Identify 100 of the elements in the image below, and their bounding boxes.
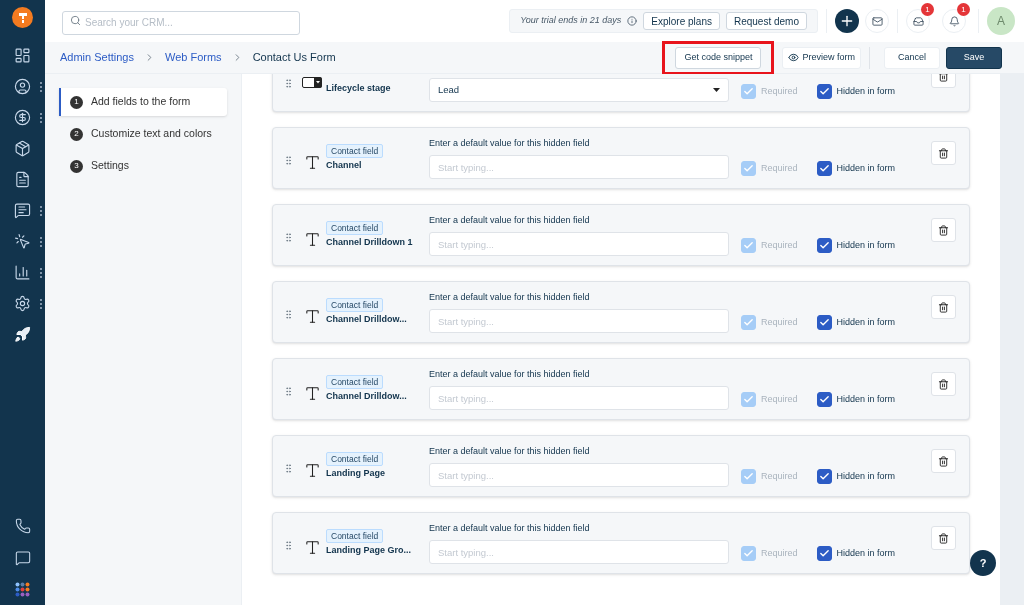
checkbox-label: Required (761, 392, 798, 406)
cancel-button[interactable]: Cancel (884, 46, 940, 69)
search-field[interactable]: Search your CRM... (62, 10, 300, 35)
checkmark-icon (818, 163, 830, 174)
rocket-icon[interactable] (14, 326, 31, 343)
field-prompt: Enter a default value for this hidden field (429, 137, 590, 151)
drag-handle-icon[interactable] (283, 386, 294, 397)
checkbox-label: Hidden in form (836, 315, 896, 329)
checkbox[interactable] (816, 392, 832, 407)
checkbox[interactable] (816, 84, 832, 99)
trial-button[interactable]: Request demo (725, 12, 807, 30)
default-value-field[interactable]: Start typing... (429, 386, 729, 410)
checkbox-label: Hidden in form (836, 238, 896, 252)
drag-handle-icon[interactable] (283, 309, 294, 320)
drag-handle-icon[interactable] (283, 78, 294, 89)
nav-icon[interactable] (14, 264, 31, 281)
nav-icon[interactable] (14, 295, 31, 312)
field-name: Landing Page Gro... (326, 544, 412, 557)
nav-icon[interactable] (14, 233, 31, 250)
delete-button[interactable] (931, 218, 956, 242)
field-tag: Contact field (326, 375, 384, 389)
save-button[interactable]: Save (946, 46, 1002, 69)
field-tag: Contact field (326, 529, 384, 543)
phone-icon[interactable] (14, 518, 31, 534)
text-field-icon (303, 385, 321, 402)
checkmark-icon (818, 240, 830, 251)
nav-icon[interactable] (14, 171, 31, 188)
checkbox-label: Hidden in form (836, 392, 896, 406)
field-tag: Contact field (326, 144, 384, 158)
checkmark-icon (818, 471, 830, 482)
default-value-field[interactable]: Start typing... (429, 155, 729, 179)
checkbox-label: Hidden in form (836, 469, 896, 483)
text-field-icon (303, 154, 321, 171)
checkbox-label: Required (761, 546, 798, 560)
field-name: Lifecycle stage (326, 82, 392, 95)
nav-icon[interactable] (14, 78, 31, 95)
nav-icon[interactable] (14, 140, 31, 157)
nav-icon[interactable] (14, 202, 31, 219)
nav-icon[interactable] (14, 47, 31, 64)
field-name: Channel Drilldow... (326, 390, 408, 403)
breadcrumb-link[interactable]: Web Forms (165, 49, 222, 66)
app-logo-icon[interactable] (12, 7, 33, 28)
trash-icon (938, 532, 949, 544)
step-item[interactable]: 3 Settings (59, 152, 227, 180)
checkbox[interactable] (816, 161, 832, 176)
field-name: Landing Page (326, 467, 386, 480)
step-label: Settings (91, 158, 129, 174)
checkbox[interactable] (816, 546, 832, 561)
trash-icon (938, 378, 949, 390)
text-field-icon (303, 462, 321, 479)
drag-handle-icon[interactable] (283, 463, 294, 474)
delete-button[interactable] (931, 526, 956, 550)
code-snippet-button[interactable]: Get code snippet (675, 46, 762, 69)
trial-button[interactable]: Explore plans (643, 12, 720, 30)
checkbox[interactable] (816, 469, 832, 484)
step-item[interactable]: 1 Add fields to the form (59, 88, 227, 116)
trial-text: Your trial ends in 21 days (520, 14, 622, 28)
checkmark-icon (818, 317, 830, 328)
delete-button[interactable] (931, 141, 956, 165)
apps-grid-icon[interactable] (15, 582, 30, 597)
plus-icon (839, 13, 855, 29)
default-value-field[interactable]: Start typing... (429, 463, 729, 487)
trash-icon (938, 74, 949, 82)
step-item[interactable]: 2 Customize text and colors (59, 120, 227, 148)
select-field[interactable]: Lead (429, 78, 729, 102)
count-badge: 1 (957, 3, 970, 16)
checkbox-label: Required (761, 161, 798, 175)
default-value-field[interactable]: Start typing... (429, 309, 729, 333)
nav-icon[interactable] (14, 109, 31, 126)
checkbox[interactable] (816, 315, 832, 330)
drag-handle-icon[interactable] (283, 232, 294, 243)
help-button[interactable]: ? (970, 550, 996, 576)
trash-icon (938, 224, 949, 236)
checkmark-icon (743, 471, 754, 482)
default-value-field[interactable]: Start typing... (429, 540, 729, 564)
breadcrumb-link[interactable]: Admin Settings (60, 49, 134, 66)
delete-button[interactable] (931, 295, 956, 319)
checkbox-label: Hidden in form (836, 161, 896, 175)
checkbox[interactable] (816, 238, 832, 253)
step-number: 3 (70, 159, 83, 173)
info-icon[interactable] (627, 16, 638, 26)
field-prompt: Enter a default value for this hidden field (429, 522, 590, 536)
trash-icon (938, 301, 949, 313)
drag-handle-icon[interactable] (283, 155, 294, 166)
eye-icon (788, 52, 800, 63)
delete-button[interactable] (931, 449, 956, 473)
drag-handle-icon[interactable] (283, 540, 294, 551)
search-icon (70, 15, 81, 26)
field-prompt: Enter a default value for this hidden field (429, 368, 590, 382)
preview-button[interactable]: Preview form (782, 46, 861, 69)
field-name: Channel Drilldown 1 (326, 236, 414, 249)
checkmark-icon (743, 240, 754, 251)
caret-icon (713, 88, 720, 92)
add-button[interactable] (835, 9, 859, 33)
mail-icon (871, 15, 883, 27)
default-value-field[interactable]: Start typing... (429, 232, 729, 256)
chat-icon[interactable] (14, 550, 31, 566)
delete-button[interactable] (931, 372, 956, 396)
step-label: Customize text and colors (91, 126, 212, 142)
count-badge: 1 (921, 3, 934, 16)
